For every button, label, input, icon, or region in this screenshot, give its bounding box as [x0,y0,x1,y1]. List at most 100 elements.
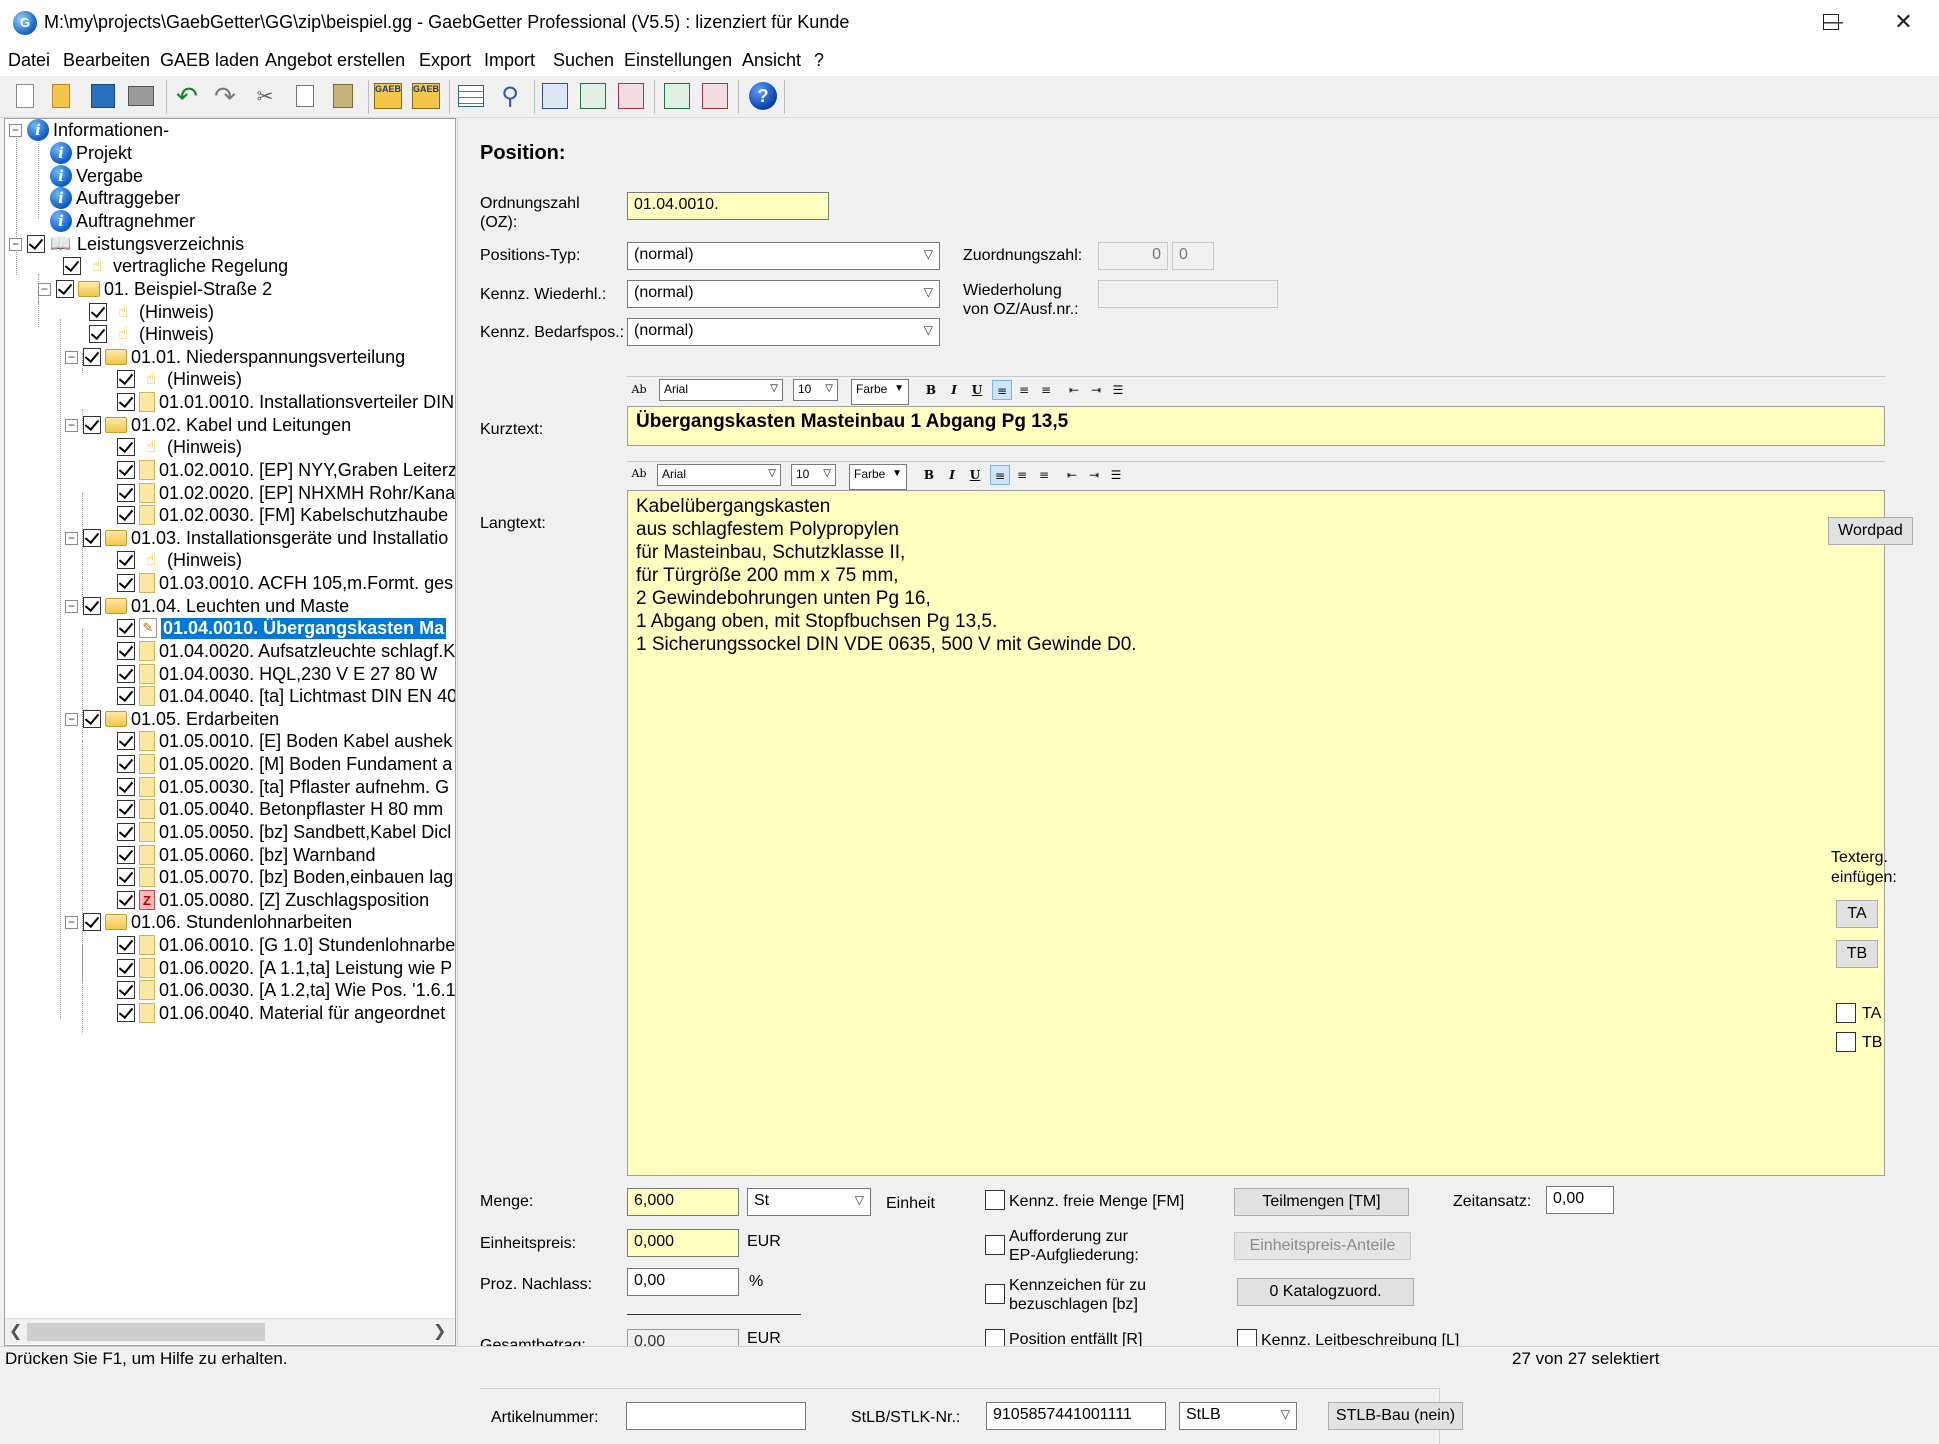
checkbox[interactable] [117,846,135,864]
einheitspreis-anteile-button[interactable]: Einheitspreis-Anteile [1234,1232,1411,1260]
table-icon[interactable] [456,81,486,111]
bold-button[interactable]: B [919,465,939,485]
proz-nachlass-field[interactable]: 0,00 [627,1268,739,1296]
underline-button[interactable]: U [965,465,985,485]
collapse-icon[interactable]: − [38,282,51,296]
checkbox[interactable] [117,959,135,977]
zuordnungszahl-field-b[interactable]: 0 [1172,242,1214,270]
scroll-left-icon[interactable]: ❮ [9,1321,22,1341]
align-right-icon[interactable]: ≡ [1036,380,1056,400]
menu-export[interactable]: Export [419,50,471,71]
kennz-wiederhl-select[interactable]: (normal) ▽ [627,280,940,308]
tb-checkbox[interactable] [1836,1032,1856,1052]
checkbox[interactable] [117,574,135,592]
checkbox[interactable] [117,891,135,909]
collapse-icon[interactable]: − [9,123,22,137]
bezuschlagen-checkbox[interactable] [985,1284,1005,1304]
checkbox[interactable] [83,416,101,434]
help-icon[interactable]: ? [748,81,778,111]
checkbox[interactable] [117,868,135,886]
collapse-icon[interactable]: − [65,712,78,726]
italic-button[interactable]: I [942,465,962,485]
align-center-icon[interactable]: ≡ [1014,380,1034,400]
checkbox[interactable] [117,506,135,524]
checkbox[interactable] [117,823,135,841]
ep-aufgliederung-checkbox[interactable] [985,1235,1005,1255]
save-icon[interactable] [88,81,118,111]
checkbox[interactable] [83,348,101,366]
gaeb-load-icon[interactable]: GAEB [373,81,403,111]
checkbox[interactable] [117,461,135,479]
checkbox[interactable] [117,687,135,705]
paste-icon[interactable] [328,81,358,111]
export-excel-icon[interactable] [578,81,608,111]
ta-button[interactable]: TA [1836,900,1878,928]
checkbox[interactable] [117,732,135,750]
import-access-icon[interactable] [700,81,730,111]
einheitspreis-field[interactable]: 0,000 [627,1229,739,1257]
menu-suchen[interactable]: Suchen [553,50,614,71]
einheit-select[interactable]: St ▽ [747,1188,871,1216]
outdent-icon[interactable]: ⇤ [1062,465,1082,485]
zeitansatz-field[interactable]: 0,00 [1546,1186,1614,1214]
checkbox[interactable] [83,710,101,728]
tb-button[interactable]: TB [1836,940,1878,968]
kurztext-color-select[interactable]: Farbe ▼ [851,379,909,405]
copy-icon[interactable] [290,81,320,111]
bullet-list-icon[interactable]: ☰ [1106,465,1126,485]
import-excel-icon[interactable] [662,81,692,111]
checkbox[interactable] [117,642,135,660]
redo-icon[interactable]: ↷ [210,81,240,111]
checkbox[interactable] [27,235,45,253]
katalogzuordnung-button[interactable]: 0 Katalogzuord. [1237,1278,1414,1306]
checkbox[interactable] [117,665,135,683]
new-file-icon[interactable] [10,81,40,111]
print-icon[interactable] [126,81,156,111]
indent-icon[interactable]: ⇥ [1086,380,1106,400]
collapse-icon[interactable]: − [65,350,78,364]
checkbox[interactable] [117,800,135,818]
search-icon[interactable]: ⚲ [495,81,525,111]
langtext-font-select[interactable]: Arial ▽ [657,464,781,486]
stlb-select[interactable]: StLB ▽ [1179,1402,1297,1430]
langtext-size-select[interactable]: 10 ▽ [791,464,836,486]
align-center-icon[interactable]: ≡ [1012,465,1032,485]
checkbox[interactable] [117,393,135,411]
kurztext-editor[interactable]: Übergangskasten Masteinbau 1 Abgang Pg 1… [627,406,1885,446]
collapse-icon[interactable]: − [65,418,78,432]
freie-menge-checkbox[interactable] [985,1190,1005,1210]
stlb-field[interactable]: 9105857441001111 [986,1402,1166,1430]
export-access-icon[interactable] [616,81,646,111]
menu-bearbeiten[interactable]: Bearbeiten [63,50,150,71]
tree-item-position[interactable]: 01.06.0040. Material für angeordnet [117,1000,445,1026]
checkbox[interactable] [89,303,107,321]
font-style-icon[interactable]: Ab [629,464,649,484]
underline-button[interactable]: U [967,380,987,400]
close-button[interactable]: ✕ [1868,0,1939,46]
scrollbar-thumb[interactable] [27,1323,265,1341]
kennz-bedarfspos-select[interactable]: (normal) ▽ [627,318,940,346]
checkbox[interactable] [56,280,74,298]
menge-field[interactable]: 6,000 [627,1188,739,1216]
menu-datei[interactable]: Datei [8,50,50,71]
checkbox[interactable] [63,257,81,275]
maximize-icon[interactable] [1823,14,1839,30]
checkbox[interactable] [117,755,135,773]
checkbox[interactable] [117,619,135,637]
oz-field[interactable]: 01.04.0010. [627,192,829,220]
menu-import[interactable]: Import [484,50,535,71]
menu-help[interactable]: ? [814,50,824,71]
cut-icon[interactable]: ✂ [250,81,280,111]
stlb-bau-button[interactable]: STLB-Bau (nein) [1328,1402,1463,1430]
export-word-icon[interactable] [540,81,570,111]
gaeb-export-icon[interactable]: GAEB [411,81,441,111]
wordpad-button[interactable]: Wordpad [1828,517,1913,545]
wiederholung-field[interactable] [1098,280,1278,308]
checkbox[interactable] [83,597,101,615]
tree-horizontal-scrollbar[interactable]: ❮ ❯ [5,1318,455,1344]
bold-button[interactable]: B [921,380,941,400]
menu-ansicht[interactable]: Ansicht [742,50,801,71]
checkbox[interactable] [117,551,135,569]
collapse-icon[interactable]: − [65,915,78,929]
checkbox[interactable] [117,778,135,796]
